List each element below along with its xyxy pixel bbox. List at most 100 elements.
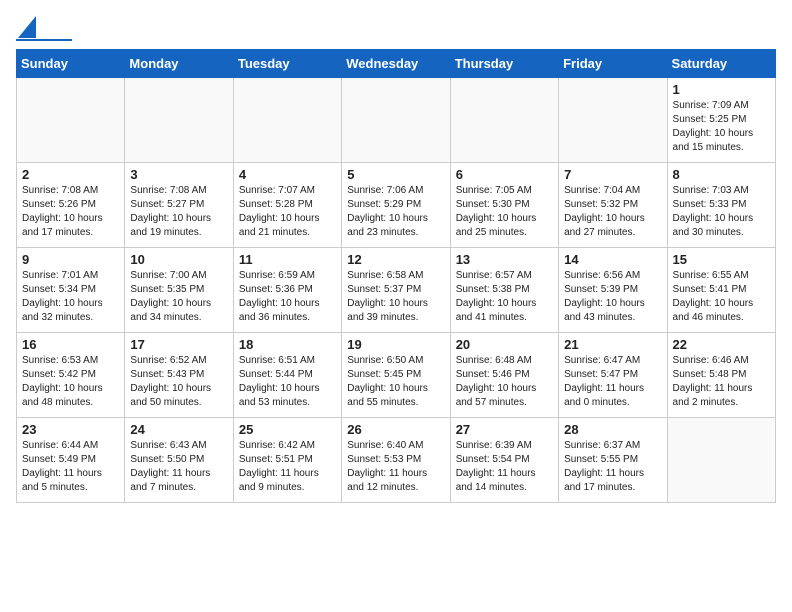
calendar-week-row: 1 Sunrise: 7:09 AM Sunset: 5:25 PM Daylig… (17, 78, 776, 163)
calendar-header-row: SundayMondayTuesdayWednesdayThursdayFrid… (17, 50, 776, 78)
day-info: Sunrise: 6:37 AM Sunset: 5:55 PM Dayligh… (564, 439, 661, 495)
calendar-week-row: 2Sunrise: 7:08 AM Sunset: 5:26 PM Daylig… (17, 163, 776, 248)
day-number: 10 (130, 252, 227, 267)
day-info: Sunrise: 7:03 AM Sunset: 5:33 PM Dayligh… (673, 184, 770, 240)
calendar-cell: 19 Sunrise: 6:50 AM Sunset: 5:45 PM Dayli… (342, 333, 450, 418)
day-info: Sunrise: 6:51 AM Sunset: 5:44 PM Dayligh… (239, 354, 336, 410)
calendar-cell: 15 Sunrise: 6:55 AM Sunset: 5:41 PM Dayli… (667, 248, 775, 333)
day-number: 28 (564, 422, 661, 437)
day-info: Sunrise: 6:46 AM Sunset: 5:48 PM Dayligh… (673, 354, 770, 410)
calendar-cell: 7 Sunrise: 7:04 AM Sunset: 5:32 PM Daylig… (559, 163, 667, 248)
weekday-header-wednesday: Wednesday (342, 50, 450, 78)
logo-triangle-icon (18, 16, 36, 38)
weekday-header-monday: Monday (125, 50, 233, 78)
weekday-header-tuesday: Tuesday (233, 50, 341, 78)
day-number: 3 (130, 167, 227, 182)
weekday-header-saturday: Saturday (667, 50, 775, 78)
day-info: Sunrise: 7:08 AM Sunset: 5:27 PM Dayligh… (130, 184, 227, 240)
day-number: 21 (564, 337, 661, 352)
day-info: Sunrise: 6:56 AM Sunset: 5:39 PM Dayligh… (564, 269, 661, 325)
day-info: Sunrise: 7:06 AM Sunset: 5:29 PM Dayligh… (347, 184, 444, 240)
day-info: Sunrise: 6:58 AM Sunset: 5:37 PM Dayligh… (347, 269, 444, 325)
page-header (16, 16, 776, 41)
calendar-cell: 4 Sunrise: 7:07 AM Sunset: 5:28 PM Daylig… (233, 163, 341, 248)
day-number: 12 (347, 252, 444, 267)
day-number: 25 (239, 422, 336, 437)
calendar-cell: 28 Sunrise: 6:37 AM Sunset: 5:55 PM Dayli… (559, 418, 667, 503)
calendar-cell: 18 Sunrise: 6:51 AM Sunset: 5:44 PM Dayli… (233, 333, 341, 418)
calendar-cell: 16Sunrise: 6:53 AM Sunset: 5:42 PM Dayli… (17, 333, 125, 418)
calendar-cell: 9 Sunrise: 7:01 AM Sunset: 5:34 PM Daylig… (17, 248, 125, 333)
day-number: 23 (22, 422, 119, 437)
day-number: 9 (22, 252, 119, 267)
weekday-header-friday: Friday (559, 50, 667, 78)
day-number: 27 (456, 422, 553, 437)
day-info: Sunrise: 6:40 AM Sunset: 5:53 PM Dayligh… (347, 439, 444, 495)
day-number: 18 (239, 337, 336, 352)
day-number: 11 (239, 252, 336, 267)
calendar-cell: 12 Sunrise: 6:58 AM Sunset: 5:37 PM Dayli… (342, 248, 450, 333)
calendar-week-row: 9 Sunrise: 7:01 AM Sunset: 5:34 PM Daylig… (17, 248, 776, 333)
day-number: 14 (564, 252, 661, 267)
day-info: Sunrise: 6:50 AM Sunset: 5:45 PM Dayligh… (347, 354, 444, 410)
calendar-cell: 13 Sunrise: 6:57 AM Sunset: 5:38 PM Dayli… (450, 248, 558, 333)
day-number: 1 (673, 82, 770, 97)
day-info: Sunrise: 6:48 AM Sunset: 5:46 PM Dayligh… (456, 354, 553, 410)
day-number: 15 (673, 252, 770, 267)
calendar-cell: 3 Sunrise: 7:08 AM Sunset: 5:27 PM Daylig… (125, 163, 233, 248)
day-number: 17 (130, 337, 227, 352)
day-number: 19 (347, 337, 444, 352)
day-number: 22 (673, 337, 770, 352)
day-number: 4 (239, 167, 336, 182)
day-number: 6 (456, 167, 553, 182)
day-info: Sunrise: 6:42 AM Sunset: 5:51 PM Dayligh… (239, 439, 336, 495)
day-number: 13 (456, 252, 553, 267)
day-number: 8 (673, 167, 770, 182)
calendar-table: SundayMondayTuesdayWednesdayThursdayFrid… (16, 49, 776, 503)
calendar-cell: 23 Sunrise: 6:44 AM Sunset: 5:49 PM Dayli… (17, 418, 125, 503)
weekday-header-sunday: Sunday (17, 50, 125, 78)
calendar-cell: 6 Sunrise: 7:05 AM Sunset: 5:30 PM Daylig… (450, 163, 558, 248)
calendar-cell: 24 Sunrise: 6:43 AM Sunset: 5:50 PM Dayli… (125, 418, 233, 503)
day-info: Sunrise: 6:57 AM Sunset: 5:38 PM Dayligh… (456, 269, 553, 325)
day-number: 5 (347, 167, 444, 182)
day-number: 20 (456, 337, 553, 352)
calendar-cell: 11Sunrise: 6:59 AM Sunset: 5:36 PM Dayli… (233, 248, 341, 333)
day-info: Sunrise: 6:44 AM Sunset: 5:49 PM Dayligh… (22, 439, 119, 495)
day-info: Sunrise: 6:39 AM Sunset: 5:54 PM Dayligh… (456, 439, 553, 495)
day-info: Sunrise: 6:47 AM Sunset: 5:47 PM Dayligh… (564, 354, 661, 410)
weekday-header-thursday: Thursday (450, 50, 558, 78)
day-number: 26 (347, 422, 444, 437)
day-info: Sunrise: 7:08 AM Sunset: 5:26 PM Dayligh… (22, 184, 119, 240)
calendar-cell: 25 Sunrise: 6:42 AM Sunset: 5:51 PM Dayli… (233, 418, 341, 503)
calendar-week-row: 16Sunrise: 6:53 AM Sunset: 5:42 PM Dayli… (17, 333, 776, 418)
calendar-cell: 14 Sunrise: 6:56 AM Sunset: 5:39 PM Dayli… (559, 248, 667, 333)
day-number: 16 (22, 337, 119, 352)
day-info: Sunrise: 6:55 AM Sunset: 5:41 PM Dayligh… (673, 269, 770, 325)
calendar-cell: 26 Sunrise: 6:40 AM Sunset: 5:53 PM Dayli… (342, 418, 450, 503)
day-info: Sunrise: 6:52 AM Sunset: 5:43 PM Dayligh… (130, 354, 227, 410)
day-info: Sunrise: 7:09 AM Sunset: 5:25 PM Dayligh… (673, 99, 770, 155)
day-info: Sunrise: 7:05 AM Sunset: 5:30 PM Dayligh… (456, 184, 553, 240)
calendar-cell (17, 78, 125, 163)
calendar-cell (559, 78, 667, 163)
calendar-cell: 21 Sunrise: 6:47 AM Sunset: 5:47 PM Dayli… (559, 333, 667, 418)
calendar-cell: 22 Sunrise: 6:46 AM Sunset: 5:48 PM Dayli… (667, 333, 775, 418)
calendar-cell: 20 Sunrise: 6:48 AM Sunset: 5:46 PM Dayli… (450, 333, 558, 418)
day-info: Sunrise: 7:07 AM Sunset: 5:28 PM Dayligh… (239, 184, 336, 240)
calendar-cell: 8 Sunrise: 7:03 AM Sunset: 5:33 PM Daylig… (667, 163, 775, 248)
day-info: Sunrise: 7:04 AM Sunset: 5:32 PM Dayligh… (564, 184, 661, 240)
day-info: Sunrise: 7:01 AM Sunset: 5:34 PM Dayligh… (22, 269, 119, 325)
calendar-cell (342, 78, 450, 163)
logo (16, 16, 76, 41)
day-number: 7 (564, 167, 661, 182)
calendar-cell: 10 Sunrise: 7:00 AM Sunset: 5:35 PM Dayli… (125, 248, 233, 333)
calendar-cell: 1 Sunrise: 7:09 AM Sunset: 5:25 PM Daylig… (667, 78, 775, 163)
calendar-cell: 5 Sunrise: 7:06 AM Sunset: 5:29 PM Daylig… (342, 163, 450, 248)
calendar-cell (233, 78, 341, 163)
day-info: Sunrise: 7:00 AM Sunset: 5:35 PM Dayligh… (130, 269, 227, 325)
day-info: Sunrise: 6:43 AM Sunset: 5:50 PM Dayligh… (130, 439, 227, 495)
day-number: 24 (130, 422, 227, 437)
calendar-week-row: 23 Sunrise: 6:44 AM Sunset: 5:49 PM Dayli… (17, 418, 776, 503)
calendar-cell: 17 Sunrise: 6:52 AM Sunset: 5:43 PM Dayli… (125, 333, 233, 418)
